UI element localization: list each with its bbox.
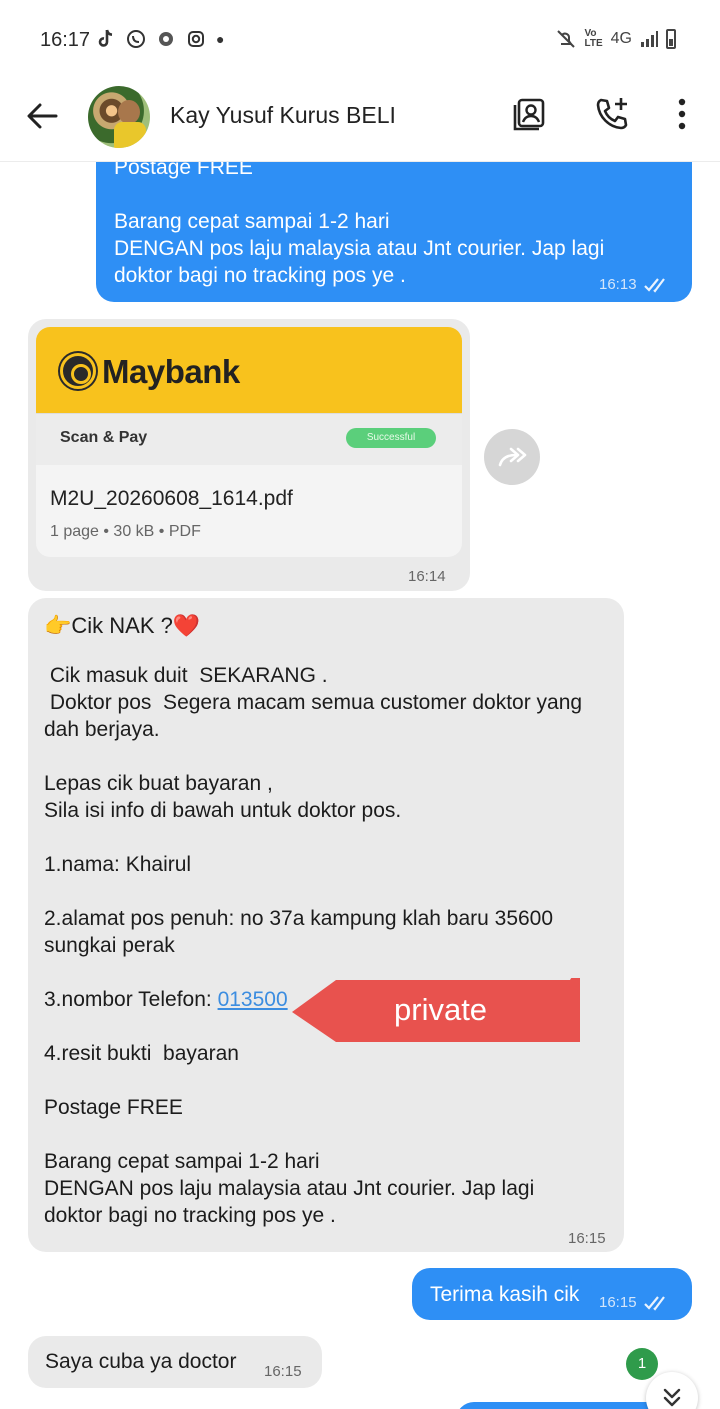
file-name: M2U_20260608_1614.pdf	[50, 487, 293, 510]
message-text: Postage FREE Barang cepat sampai 1-2 har…	[114, 162, 605, 287]
back-arrow-icon[interactable]	[22, 96, 62, 136]
file-meta: 1 page • 30 kB • PDF	[50, 523, 201, 540]
instagram-icon	[188, 31, 204, 47]
success-badge: Successful	[346, 428, 436, 448]
paragraph-2: Lepas cik buat bayaran , Sila isi info d…	[44, 772, 402, 822]
more-notifications-dot: ●	[216, 31, 225, 47]
volte-icon: Vo LTE	[584, 28, 603, 49]
status-time: 16:17	[40, 29, 91, 51]
add-call-icon[interactable]	[592, 94, 632, 134]
double-chevron-down-icon	[663, 1388, 681, 1407]
chat-header: Kay Yusuf Kurus BELI	[0, 80, 720, 162]
scroll-to-bottom-button[interactable]	[646, 1372, 698, 1409]
info-receipt: 4.resit bukti bayaran	[44, 1042, 239, 1065]
info-name: 1.nama: Khairul	[44, 853, 192, 876]
message-text: Saya cuba ya doctor	[45, 1350, 237, 1373]
message-time: 16:15	[264, 1363, 302, 1380]
postage-line: Postage FREE	[44, 1096, 183, 1119]
read-receipt-icon	[643, 1295, 665, 1311]
scan-pay-strip: Scan & Pay Successful	[36, 413, 462, 465]
whatsapp-icon	[127, 30, 145, 48]
maybank-logo-icon	[60, 353, 96, 389]
greeting-line: 👉Cik NAK ?❤️	[44, 613, 201, 638]
signal-icon	[641, 31, 658, 47]
message-time: 16:13	[599, 276, 671, 293]
contact-card-icon[interactable]	[510, 94, 550, 134]
forward-icon	[498, 447, 527, 467]
incoming-message[interactable]: 👉Cik NAK ?❤️ Cik masuk duit SEKARANG . D…	[28, 598, 624, 1252]
forward-button[interactable]	[484, 429, 540, 485]
contact-name[interactable]: Kay Yusuf Kurus BELI	[170, 102, 396, 129]
status-bar: 16:17 ● Vo LTE 4G	[0, 0, 720, 80]
notification-icons: ●	[96, 28, 224, 50]
paragraph-1: Cik masuk duit SEKARANG . Doktor pos Seg…	[44, 664, 583, 741]
message-time: 16:14	[408, 568, 446, 585]
chrome-icon	[159, 32, 173, 46]
info-address: 2.alamat pos penuh: no 37a kampung klah …	[44, 907, 559, 957]
maybank-logo-text: Maybank	[102, 353, 240, 390]
network-type: 4G	[610, 30, 632, 47]
incoming-message[interactable]: Saya cuba ya doctor	[28, 1336, 322, 1388]
info-phone-label: 3.nombor Telefon:	[44, 988, 218, 1011]
system-icons: Vo LTE 4G	[555, 28, 676, 50]
tiktok-icon	[98, 29, 113, 47]
message-time: 16:15	[568, 1230, 606, 1247]
contact-avatar[interactable]	[88, 86, 150, 148]
scan-pay-label: Scan & Pay	[60, 429, 148, 446]
maybank-banner: Maybank	[36, 327, 462, 413]
pdf-preview-card[interactable]: Maybank Scan & Pay Successful M2U_202606…	[36, 327, 462, 557]
time-label: 16:15	[599, 1294, 637, 1311]
message-text: Terima kasih cik	[430, 1283, 580, 1306]
chat-area[interactable]: Postage FREE Barang cepat sampai 1-2 har…	[0, 162, 720, 1409]
paragraph-3: Barang cepat sampai 1-2 hari DENGAN pos …	[44, 1150, 535, 1227]
phone-link[interactable]: 013500	[218, 988, 288, 1011]
message-time: 16:15	[599, 1294, 671, 1311]
more-options-icon[interactable]	[662, 94, 702, 134]
time-label: 16:13	[599, 276, 637, 293]
battery-icon	[666, 29, 676, 49]
mute-icon	[556, 30, 575, 48]
read-receipt-icon	[643, 277, 665, 293]
unread-count-badge: 1	[626, 1348, 658, 1380]
private-label: private	[394, 992, 488, 1027]
